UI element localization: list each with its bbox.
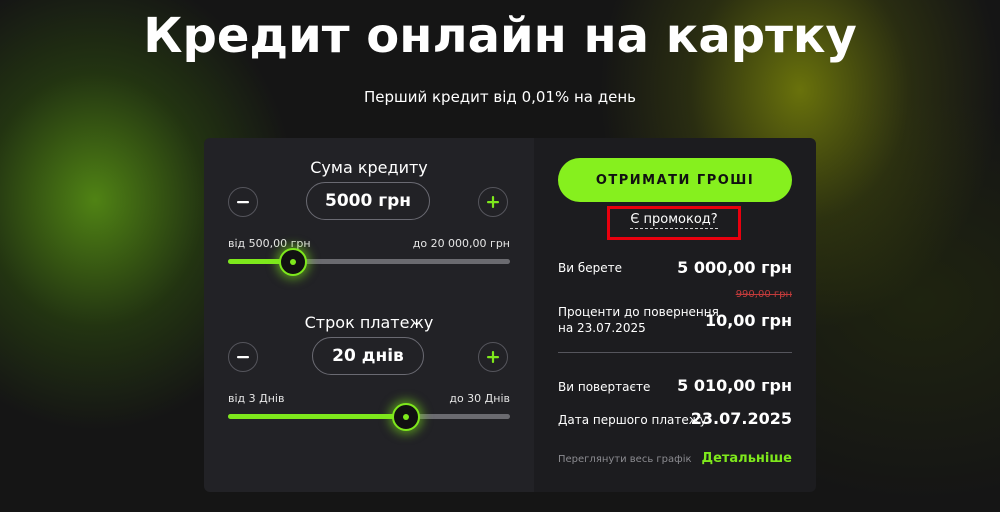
slider-handle-dot <box>402 414 409 420</box>
term-slider-handle[interactable] <box>391 403 420 431</box>
amount-slider-handle[interactable] <box>279 248 308 276</box>
page: Кредит онлайн на картку Перший кредит ві… <box>0 0 1000 512</box>
term-value-field[interactable]: 20 днів <box>312 337 424 375</box>
summary-divider <box>558 352 792 353</box>
slider-handle-dot <box>290 259 297 265</box>
plus-icon <box>487 351 499 363</box>
minus-icon <box>237 356 249 359</box>
term-min-label: від 3 Днів <box>228 392 285 405</box>
calculator-controls: Сума кредиту 5000 грн від 500,00 грн до … <box>204 138 534 492</box>
loan-summary: ОТРИМАТИ ГРОШІ Є промокод? Ви берете 5 0… <box>534 138 816 492</box>
first-payment-label: Дата першого платежу <box>558 413 707 427</box>
return-amount-label: Ви повертаєте <box>558 380 651 394</box>
interest-label-line2: на 23.07.2025 <box>558 321 646 335</box>
promo-code-label: Є промокод? <box>630 212 718 229</box>
interest-old-value: 990,00 грн <box>735 289 792 300</box>
amount-value-field[interactable]: 5000 грн <box>306 182 430 220</box>
amount-title: Сума кредиту <box>310 158 428 177</box>
page-subtitle: Перший кредит від 0,01% на день <box>363 88 637 106</box>
amount-slider-track[interactable] <box>228 259 510 264</box>
amount-decrease-button[interactable] <box>228 187 258 217</box>
term-slider-track[interactable] <box>228 414 510 419</box>
amount-max-label: до 20 000,00 грн <box>412 237 510 250</box>
first-payment-value: 23.07.2025 <box>690 409 792 428</box>
term-increase-button[interactable] <box>478 342 508 372</box>
return-amount-value: 5 010,00 грн <box>677 376 792 395</box>
interest-value: 10,00 грн <box>704 311 792 330</box>
amount-increase-button[interactable] <box>478 187 508 217</box>
view-schedule-link[interactable]: Переглянути весь графік <box>558 454 692 465</box>
details-link[interactable]: Детальніше <box>701 451 792 466</box>
plus-icon <box>487 196 499 208</box>
get-money-button[interactable]: ОТРИМАТИ ГРОШІ <box>558 158 792 202</box>
loan-calculator: Сума кредиту 5000 грн від 500,00 грн до … <box>204 138 816 492</box>
interest-label-line1: Проценти до повернення <box>558 305 719 319</box>
interest-label: Проценти до повернення на 23.07.2025 <box>558 304 719 336</box>
take-amount-value: 5 000,00 грн <box>677 258 792 277</box>
minus-icon <box>237 201 249 204</box>
term-max-label: до 30 Днів <box>449 392 510 405</box>
promo-code-link[interactable]: Є промокод? <box>607 212 741 229</box>
page-title: Кредит онлайн на картку <box>143 8 857 64</box>
take-amount-label: Ви берете <box>558 261 623 275</box>
term-title: Строк платежу <box>304 313 434 332</box>
term-slider-fill <box>228 414 406 419</box>
term-decrease-button[interactable] <box>228 342 258 372</box>
